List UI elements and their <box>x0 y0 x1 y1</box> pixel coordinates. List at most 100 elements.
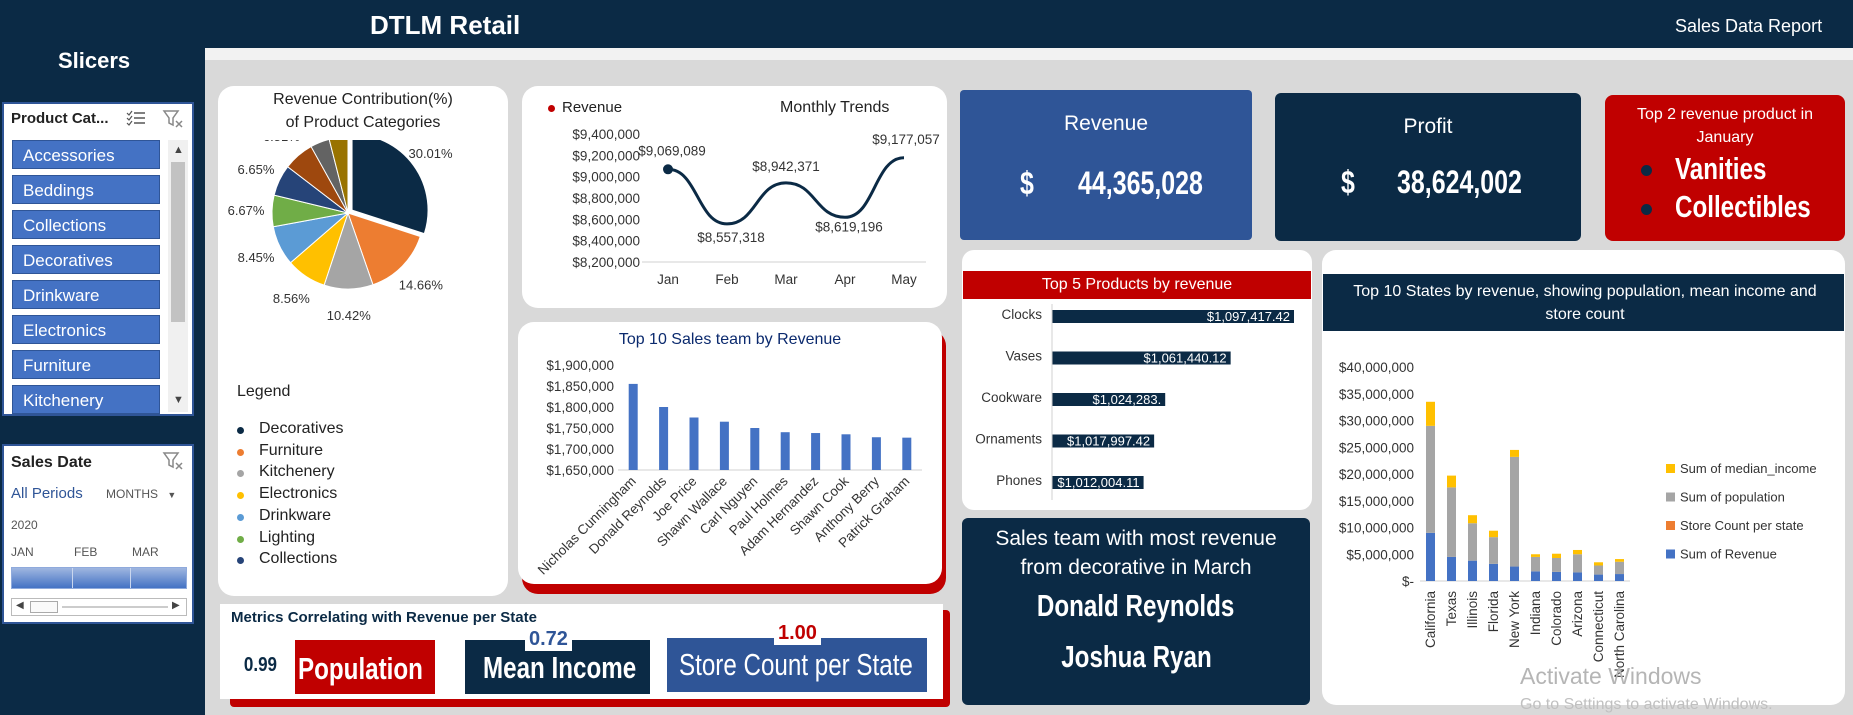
state-bar-segment <box>1447 475 1456 488</box>
state-bar-segment <box>1426 532 1435 581</box>
pie-chart: 30.01% 14.66% 10.42% 8.56% 8.45% 6.67% 6.65% 6.… <box>228 140 453 323</box>
timeline-scroll-thumb[interactable] <box>30 601 58 613</box>
legend-marker <box>237 427 244 434</box>
y-tick-label: $1,650,000 <box>546 463 614 478</box>
timeline-clear-filter-icon[interactable] <box>162 451 184 471</box>
team-bar <box>871 437 881 470</box>
team-bar <box>659 407 669 470</box>
activation-watermark-2: Go to Settings to activate Windows. <box>1520 696 1773 713</box>
top-team-card: Sales team with most revenue from decora… <box>962 518 1310 705</box>
state-bar-segment <box>1510 449 1519 457</box>
activation-watermark-1: Activate Windows <box>1520 663 1702 689</box>
population-metric: 0.99 Population <box>235 640 435 694</box>
team-bar <box>689 417 699 470</box>
multi-select-icon[interactable] <box>126 109 146 127</box>
state-bar-segment <box>1594 565 1603 575</box>
states-title: Top 10 States by revenue, showing popula… <box>1353 283 1817 323</box>
app-title: DTLM Retail <box>370 10 521 40</box>
y-tick-label: Ornaments <box>975 432 1042 447</box>
legend-marker <box>1666 549 1675 559</box>
x-tick-label: Florida <box>1486 591 1501 633</box>
slicer-item-drinkware[interactable]: Drinkware <box>12 280 160 309</box>
slicer-item-kitchenery[interactable]: Kitchenery <box>12 385 160 414</box>
top2-bullet-1 <box>1641 165 1652 176</box>
state-bar-segment <box>1510 456 1519 567</box>
x-tick-label: Texas <box>1444 591 1459 627</box>
scroll-right-icon[interactable]: ▶ <box>172 600 180 611</box>
x-tick-label: May <box>891 272 917 287</box>
state-bar-segment <box>1489 530 1498 538</box>
state-bar-segment <box>1531 571 1540 581</box>
scroll-thumb[interactable] <box>171 162 185 322</box>
slicer-item-electronics[interactable]: Electronics <box>12 315 160 344</box>
legend-item: Collections <box>259 550 338 568</box>
sales-date-timeline: Sales Date All Periods MONTHS ▼ 2020 JAN… <box>2 444 194 624</box>
team-bar <box>780 432 790 470</box>
state-bar-segment <box>1552 571 1561 581</box>
scroll-left-icon[interactable]: ◀ <box>16 600 24 611</box>
profit-kpi-value: 38,624,002 <box>1397 164 1522 200</box>
pie-data-label: 8.45% <box>238 250 275 265</box>
top2-item-1: Vanities <box>1675 151 1767 186</box>
slicer-item-furniture[interactable]: Furniture <box>12 350 160 379</box>
legend-item: Furniture <box>259 441 324 459</box>
slicer-scrollbar[interactable]: ▲ ▼ <box>168 140 188 412</box>
pie-data-label: 10.42% <box>327 308 372 323</box>
timeline-unit-select[interactable]: MONTHS ▼ <box>106 487 176 501</box>
state-bar-segment <box>1468 523 1477 561</box>
team-bar <box>811 433 821 470</box>
dropdown-arrow-icon: ▼ <box>167 490 177 500</box>
y-tick-label: $- <box>1402 574 1414 589</box>
report-subtitle: Sales Data Report <box>1675 16 1823 36</box>
team-bar <box>902 437 912 470</box>
y-tick-label: $15,000,000 <box>1339 494 1414 509</box>
header-bar <box>0 0 1853 48</box>
timeline-scrollbar[interactable]: ◀ ▶ <box>11 598 187 616</box>
slicer-item-accessories[interactable]: Accessories <box>12 140 160 169</box>
bar-value-label: $1,097,417.42 <box>1207 309 1290 324</box>
pie-legend: Decoratives Furniture Kitchenery Electronic… <box>223 410 493 595</box>
revenue-kpi-card: Revenue $ 44,365,028 <box>960 90 1252 240</box>
slicer-item-beddings[interactable]: Beddings <box>12 175 160 204</box>
state-bar-segment <box>1615 574 1624 581</box>
state-bar-segment <box>1510 566 1519 581</box>
top-team-name-2: Joshua Ryan <box>962 639 1310 675</box>
timeline-bar[interactable] <box>11 567 187 589</box>
clear-filter-icon[interactable] <box>162 109 184 129</box>
state-bar-segment <box>1552 557 1561 572</box>
legend-item: Sum of median_income <box>1680 461 1817 476</box>
y-tick-label: $35,000,000 <box>1339 387 1414 402</box>
state-bar-segment <box>1468 560 1477 581</box>
slicer-item-decoratives[interactable]: Decoratives <box>12 245 160 274</box>
state-bar-segment <box>1615 559 1624 562</box>
revenue-currency: $ <box>1020 165 1034 201</box>
y-tick-label: $30,000,000 <box>1339 414 1414 429</box>
state-bar-segment <box>1594 574 1603 581</box>
x-tick-label: Mar <box>774 272 798 287</box>
legend-marker <box>1666 464 1675 473</box>
y-tick-label: $8,800,000 <box>572 191 640 206</box>
state-bar-segment <box>1489 537 1498 564</box>
timeline-month-jan: JAN <box>11 545 34 559</box>
x-tick-label: Arizona <box>1570 591 1585 637</box>
legend-marker <box>237 470 244 478</box>
legend-marker <box>237 535 244 543</box>
state-bar-segment <box>1426 425 1435 533</box>
legend-marker <box>237 448 244 456</box>
x-tick-label: Jan <box>657 272 679 287</box>
store-corr: 1.00 <box>774 622 821 645</box>
bar-value-label: $1,017,997.42 <box>1067 434 1150 449</box>
y-tick-label: $1,900,000 <box>546 358 614 373</box>
y-tick-label: $5,000,000 <box>1346 547 1414 562</box>
scroll-up-icon[interactable]: ▲ <box>173 144 184 156</box>
slicer-item-collections[interactable]: Collections <box>12 210 160 239</box>
line-legend-label: Revenue <box>562 99 623 116</box>
top5-title: Top 5 Products by revenue <box>1041 276 1233 293</box>
pie-title-1: Revenue Contribution(%) <box>273 91 453 108</box>
profit-kpi-label: Profit <box>1403 115 1453 138</box>
pie-legend-title: Legend <box>237 383 291 400</box>
scroll-down-icon[interactable]: ▼ <box>173 394 184 406</box>
timeline-track <box>62 606 168 608</box>
legend-marker <box>237 492 244 500</box>
state-bar-segment <box>1615 561 1624 575</box>
